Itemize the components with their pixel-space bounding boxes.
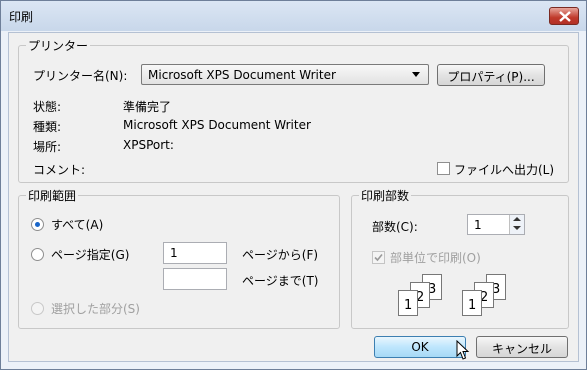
title-bar[interactable]: 印刷 — [1, 1, 586, 31]
collate-stack-2-icon: 3 2 1 — [462, 274, 524, 320]
collate-label[interactable]: 部単位で印刷(O) — [390, 249, 481, 266]
all-radio[interactable] — [31, 218, 44, 231]
status-value: 準備完了 — [123, 100, 172, 114]
printer-name-value: Microsoft XPS Document Writer — [148, 68, 336, 82]
page-to-input[interactable] — [163, 268, 227, 290]
spin-down-icon[interactable] — [513, 226, 521, 230]
type-value: Microsoft XPS Document Writer — [123, 118, 311, 132]
comment-label: コメント: — [33, 163, 86, 177]
print-to-file-label[interactable]: ファイルへ出力(L) — [454, 161, 554, 178]
status-label: 状態: — [33, 100, 62, 114]
ok-button[interactable]: OK — [374, 336, 466, 358]
collate-checkbox[interactable] — [372, 251, 385, 264]
page-from-label: ページから(F) — [242, 248, 319, 262]
pages-label[interactable]: ページ指定(G) — [51, 246, 129, 263]
printer-name-label: プリンター名(N): — [33, 69, 128, 83]
check-icon — [374, 253, 383, 262]
location-value: XPSPort: — [123, 138, 174, 152]
print-range-title: 印刷範囲 — [26, 187, 79, 204]
page-from-input[interactable]: 1 — [163, 242, 227, 264]
location-label: 場所: — [33, 140, 62, 154]
collate-stack-1-icon: 3 2 1 — [398, 274, 460, 320]
page-from-value: 1 — [170, 246, 178, 260]
properties-button-label: プロパティ(P)... — [447, 70, 535, 84]
copies-group: 印刷部数 部数(C): 1 部単位で印刷(O) 3 2 1 3 2 1 — [351, 187, 569, 329]
page-sheet: 1 — [462, 290, 482, 316]
printer-group: プリンター プリンター名(N): Microsoft XPS Document … — [18, 37, 569, 183]
cancel-button-label: キャンセル — [491, 342, 552, 356]
cancel-button[interactable]: キャンセル — [476, 336, 568, 358]
selection-label[interactable]: 選択した部分(S) — [51, 300, 140, 317]
print-dialog: 印刷 プリンター プリンター名(N): Microsoft XPS Docume… — [0, 0, 587, 370]
copies-spinner[interactable]: 1 — [467, 214, 525, 235]
copies-title: 印刷部数 — [359, 187, 412, 204]
pages-radio[interactable] — [31, 248, 44, 261]
ok-button-label: OK — [411, 340, 429, 354]
copies-label: 部数(C): — [372, 220, 418, 234]
printer-name-select[interactable]: Microsoft XPS Document Writer — [141, 64, 429, 85]
selection-radio[interactable] — [31, 302, 44, 315]
spinner-buttons[interactable] — [509, 215, 524, 234]
copies-value: 1 — [474, 218, 482, 232]
chevron-down-icon — [412, 72, 420, 77]
page-to-label: ページまで(T) — [242, 274, 319, 288]
dialog-body: プリンター プリンター名(N): Microsoft XPS Document … — [8, 32, 579, 362]
close-icon — [559, 11, 571, 22]
properties-button[interactable]: プロパティ(P)... — [437, 64, 545, 86]
page-number: 1 — [468, 298, 477, 313]
all-label[interactable]: すべて(A) — [51, 216, 103, 233]
page-number: 1 — [404, 298, 413, 313]
mouse-cursor-icon — [456, 340, 470, 360]
type-label: 種類: — [33, 120, 62, 134]
print-range-group: 印刷範囲 すべて(A) ページ指定(G) 1 ページから(F) ページまで(T)… — [18, 187, 340, 329]
radio-selected-dot — [35, 222, 40, 227]
close-button[interactable] — [549, 7, 579, 25]
printer-group-title: プリンター — [26, 37, 91, 54]
page-sheet: 1 — [398, 290, 418, 316]
spin-up-icon[interactable] — [513, 217, 521, 221]
window-title: 印刷 — [9, 10, 34, 24]
print-to-file-checkbox[interactable] — [437, 162, 450, 175]
